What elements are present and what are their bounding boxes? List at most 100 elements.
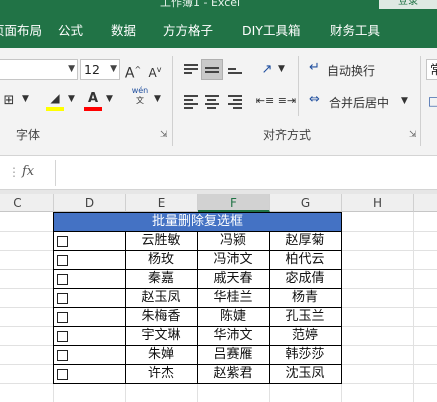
chevron-down-icon[interactable]: ▼ <box>68 94 75 104</box>
title-bar: 工作簿1 - Excel 登录 <box>0 0 437 10</box>
chevron-down-icon[interactable]: ▼ <box>22 94 29 104</box>
tab-fangfang-gezi[interactable]: 方方格子 <box>163 20 213 39</box>
row-checkbox[interactable] <box>57 369 68 380</box>
table-cell[interactable]: 华沛文 <box>197 326 269 345</box>
table-header-merged[interactable]: 批量删除复选框 <box>53 212 342 231</box>
table-border <box>53 231 342 232</box>
table-cell[interactable]: 赵玉凤 <box>125 288 197 307</box>
decrease-font-size-button[interactable]: Av <box>144 59 166 80</box>
table-cell[interactable]: 沈玉凤 <box>269 364 341 383</box>
group-separator <box>298 56 299 116</box>
column-header-g[interactable]: G <box>270 194 342 212</box>
table-cell[interactable]: 许杰 <box>125 364 197 383</box>
wrap-text-icon: ↵ <box>309 60 320 75</box>
table-cell[interactable]: 柏代云 <box>269 250 341 269</box>
orientation-icon[interactable]: ↗ <box>256 59 278 80</box>
tab-data[interactable]: 数据 <box>111 20 136 39</box>
table-cell[interactable]: 宓成倩 <box>269 269 341 288</box>
align-center-button[interactable] <box>201 90 223 111</box>
font-color-button[interactable]: A <box>82 88 104 109</box>
table-cell[interactable]: 朱婵 <box>125 345 197 364</box>
chevron-down-icon[interactable]: ▼ <box>278 64 285 74</box>
table-border <box>53 250 342 251</box>
window-title: 工作簿1 - Excel <box>160 0 241 9</box>
login-button[interactable]: 登录 <box>379 0 437 9</box>
table-border <box>53 288 342 289</box>
table-cell[interactable]: 杨青 <box>269 288 341 307</box>
table-cell[interactable]: 云胜敏 <box>125 231 197 250</box>
row-checkbox[interactable] <box>57 331 68 342</box>
table-cell[interactable]: 秦嘉 <box>125 269 197 288</box>
phonetic-guide-button[interactable]: wén 文 <box>126 86 154 107</box>
number-format-combo[interactable]: 常 <box>426 59 437 80</box>
font-color-swatch <box>84 107 102 111</box>
align-bottom-button[interactable] <box>224 59 246 80</box>
align-left-icon <box>184 94 198 109</box>
row-checkbox[interactable] <box>57 350 68 361</box>
column-header-c[interactable]: C <box>0 194 54 212</box>
table-cell[interactable]: 吕赛雁 <box>197 345 269 364</box>
borders-icon[interactable]: ⊞ <box>0 90 20 111</box>
table-border <box>341 212 342 384</box>
table-cell[interactable]: 朱梅香 <box>125 307 197 326</box>
merge-center-icon: ⇔ <box>309 92 320 107</box>
font-name-combo[interactable]: 宋 ▼ <box>0 59 78 80</box>
table-cell[interactable]: 赵紫君 <box>197 364 269 383</box>
table-border <box>53 364 342 365</box>
row-checkbox[interactable] <box>57 312 68 323</box>
column-header-e[interactable]: E <box>126 194 198 212</box>
alignment-dialog-launcher-icon[interactable]: ⇲ <box>409 130 417 140</box>
table-cell[interactable]: 赵厚菊 <box>269 231 341 250</box>
table-border <box>53 326 342 327</box>
table-cell[interactable]: 范婷 <box>269 326 341 345</box>
number-format-value: 常 <box>430 62 437 77</box>
fill-color-swatch <box>46 107 64 111</box>
increase-indent-icon[interactable]: ≡⇥ <box>276 90 298 111</box>
row-checkbox[interactable] <box>57 293 68 304</box>
column-header-h[interactable]: H <box>342 194 414 212</box>
currency-icon[interactable]: □ <box>428 94 437 108</box>
increase-font-size-button[interactable]: A^ <box>122 59 144 82</box>
font-size-value: 12 <box>84 62 100 77</box>
table-cell[interactable]: 杨玫 <box>125 250 197 269</box>
chevron-down-icon[interactable]: ▼ <box>106 94 113 104</box>
row-checkbox[interactable] <box>57 274 68 285</box>
tab-diy-toolbox[interactable]: DIY工具箱 <box>242 20 300 39</box>
align-left-button[interactable] <box>180 90 202 111</box>
column-header-d[interactable]: D <box>54 194 126 212</box>
tab-finance-tools[interactable]: 财务工具 <box>330 20 380 39</box>
row-checkbox[interactable] <box>57 255 68 266</box>
table-border <box>53 212 54 384</box>
wrap-text-label[interactable]: 自动换行 <box>327 62 375 79</box>
font-size-combo[interactable]: 12 ▼ <box>80 59 120 80</box>
group-label-font: 字体 <box>16 128 41 142</box>
font-dialog-launcher-icon[interactable]: ⇲ <box>160 130 168 140</box>
tab-page-layout[interactable]: 页面布局 <box>0 20 42 39</box>
row-checkbox[interactable] <box>57 236 68 247</box>
align-right-button[interactable] <box>224 90 246 111</box>
decrease-indent-icon[interactable]: ⇤≡ <box>254 90 276 111</box>
formula-input[interactable] <box>55 160 437 186</box>
table-cell[interactable]: 宇文琳 <box>125 326 197 345</box>
align-top-button[interactable] <box>180 59 202 80</box>
group-separator <box>420 56 421 146</box>
align-middle-button[interactable] <box>201 59 223 80</box>
table-cell[interactable]: 韩莎莎 <box>269 345 341 364</box>
merge-center-label[interactable]: 合并后居中 <box>329 94 389 111</box>
ribbon: 宋 ▼ 12 ▼ A^ Av ⊞ ▼ ◢ ▼ A ▼ wén文 ▼ ↗ ▼ ↵ … <box>0 48 437 156</box>
column-header-f[interactable]: F <box>198 194 270 212</box>
chevron-down-icon[interactable]: ▼ <box>154 94 161 104</box>
table-cell[interactable]: 华桂兰 <box>197 288 269 307</box>
table-cell[interactable]: 戚天春 <box>197 269 269 288</box>
chevron-down-icon[interactable]: ▼ <box>401 96 408 106</box>
table-cell[interactable]: 陈婕 <box>197 307 269 326</box>
table-border <box>53 383 342 384</box>
column-header-i[interactable] <box>414 194 437 212</box>
table-cell[interactable]: 孔玉兰 <box>269 307 341 326</box>
group-separator <box>172 56 173 146</box>
table-cell[interactable]: 冯沛文 <box>197 250 269 269</box>
tab-formulas[interactable]: 公式 <box>58 20 83 39</box>
insert-function-icon[interactable]: fx <box>22 164 34 179</box>
table-cell[interactable]: 冯颍 <box>197 231 269 250</box>
fill-color-button[interactable]: ◢ <box>44 88 66 109</box>
